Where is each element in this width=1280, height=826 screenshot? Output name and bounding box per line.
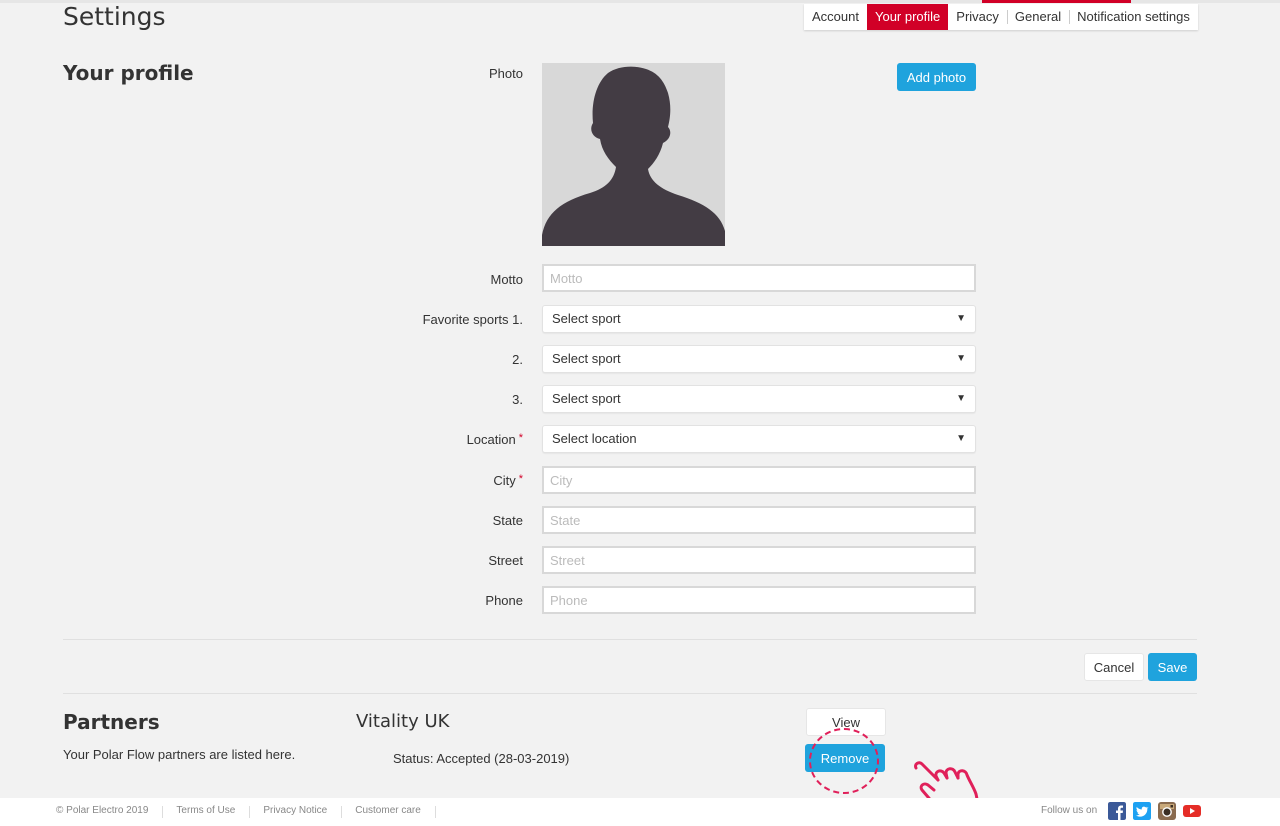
add-photo-button[interactable]: Add photo [897,63,976,91]
twitter-icon[interactable] [1133,802,1151,820]
youtube-icon[interactable] [1183,802,1201,820]
city-label-text: City [493,473,516,488]
save-button[interactable]: Save [1148,653,1197,681]
partners-description: Your Polar Flow partners are listed here… [63,747,296,762]
profile-photo [542,63,725,246]
city-input[interactable] [542,466,976,494]
street-input[interactable] [542,546,976,574]
cancel-button[interactable]: Cancel [1084,653,1144,681]
state-input[interactable] [542,506,976,534]
location-label-text: Location [466,432,516,447]
avatar-silhouette-icon [542,66,725,246]
state-label: State [492,513,523,528]
location-select[interactable]: Select location ▼ [542,425,976,453]
photo-label: Photo [489,66,523,81]
favorite-sport-3-label: 3. [512,392,523,407]
remove-partner-button[interactable]: Remove [805,744,885,772]
footer-link-terms[interactable]: Terms of Use [162,805,249,818]
city-label: City * [493,473,523,488]
footer-link-privacy[interactable]: Privacy Notice [249,805,341,818]
partner-name: Vitality UK [356,711,450,732]
caret-down-icon: ▼ [956,313,966,324]
street-label: Street [488,553,523,568]
follow-us-label: Follow us on [1041,805,1098,816]
favorite-sport-2-select[interactable]: Select sport ▼ [542,345,976,373]
footer-separator-end [434,805,463,818]
divider [63,693,1197,694]
favorite-sport-2-label: 2. [512,352,523,367]
motto-label: Motto [490,272,523,287]
profile-section-title: Your profile [63,61,194,85]
location-label: Location * [467,432,523,447]
phone-input[interactable] [542,586,976,614]
required-mark: * [518,432,523,444]
footer-links: © Polar Electro 2019 Terms of Use Privac… [56,805,463,818]
tab-notification-settings[interactable]: Notification settings [1069,4,1198,30]
favorite-sport-2-value: Select sport [552,351,621,366]
required-mark: * [518,473,523,485]
facebook-icon[interactable] [1108,802,1126,820]
partner-status: Status: Accepted (28-03-2019) [393,751,570,766]
tab-your-profile[interactable]: Your profile [866,4,949,30]
motto-input[interactable] [542,264,976,292]
footer-link-customer-care[interactable]: Customer care [341,805,435,818]
favorite-sport-3-select[interactable]: Select sport ▼ [542,385,976,413]
instagram-icon[interactable] [1158,802,1176,820]
page-title: Settings [63,2,166,31]
partners-section-title: Partners [63,710,160,734]
top-accent-bar [982,0,1131,3]
caret-down-icon: ▼ [956,353,966,364]
footer: © Polar Electro 2019 Terms of Use Privac… [0,798,1280,826]
favorite-sport-1-label: Favorite sports 1. [422,312,523,327]
caret-down-icon: ▼ [956,393,966,404]
tab-privacy[interactable]: Privacy [948,4,1007,30]
phone-label: Phone [485,593,523,608]
favorite-sport-3-value: Select sport [552,391,621,406]
copyright: © Polar Electro 2019 [56,805,149,816]
location-value: Select location [552,431,637,446]
favorite-sport-1-select[interactable]: Select sport ▼ [542,305,976,333]
settings-tabs: Account Your profile Privacy General Not… [804,4,1198,30]
tab-account[interactable]: Account [804,4,867,30]
favorite-sport-1-value: Select sport [552,311,621,326]
view-partner-button[interactable]: View [806,708,886,736]
divider [63,639,1197,640]
caret-down-icon: ▼ [956,433,966,444]
tab-general[interactable]: General [1006,4,1069,30]
